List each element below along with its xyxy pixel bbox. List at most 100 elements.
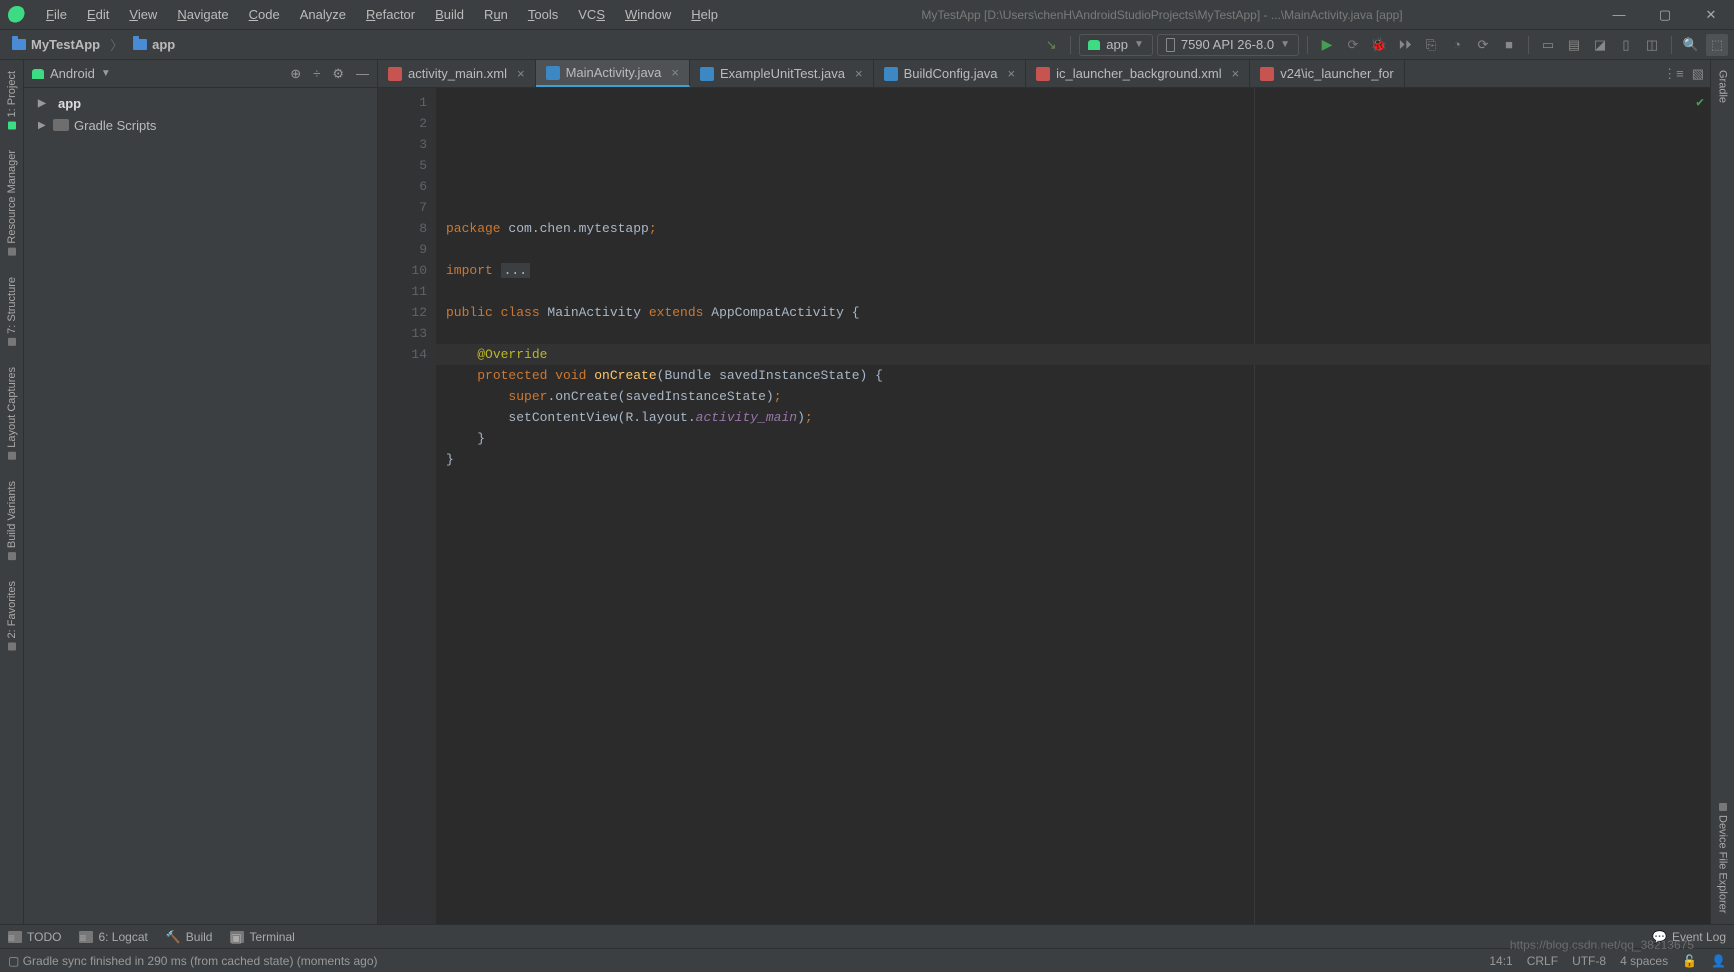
inspection-ok-icon[interactable]: ✔ [1696,92,1704,113]
xml-file-icon [1036,67,1050,81]
android-icon [32,69,44,79]
menu-tools[interactable]: Tools [518,3,568,26]
tool-structure[interactable]: 7: Structure [3,266,21,356]
tool-device-file-explorer[interactable]: Device File Explorer [1714,793,1732,924]
hector-icon[interactable]: 👤 [1711,954,1726,968]
breadcrumb-module[interactable]: app [127,35,181,54]
run-toolbar: ↘ app ▼ 7590 API 26-8.0 ▼ ▶ ⟳ 🐞 ⏵⏵ ⎘ ◔ ⟳… [1040,34,1728,56]
maximize-button[interactable]: ▢ [1642,0,1688,30]
coverage-button[interactable]: ◔ [1446,34,1468,56]
debug-button[interactable]: 🐞 [1368,34,1390,56]
device-monitor-button[interactable]: ▯ [1615,34,1637,56]
folded-imports[interactable]: ... [501,263,530,278]
folder-icon [12,39,26,50]
tool-build-variants[interactable]: Build Variants [3,470,21,570]
code-view[interactable]: ✔ package com.chen.mytestapp; import ...… [436,88,1710,924]
folder-icon [133,39,147,50]
resource-manager-button[interactable]: ◫ [1641,34,1663,56]
close-icon[interactable]: × [1008,66,1016,81]
tab-main-activity[interactable]: MainActivity.java × [536,60,690,87]
stop-button[interactable]: ■ [1498,34,1520,56]
sdk-manager-button[interactable]: ▤ [1563,34,1585,56]
tree-node-app[interactable]: ▶ app [24,92,377,114]
tab-build-config[interactable]: BuildConfig.java × [874,60,1027,87]
tool-gradle[interactable]: Gradle [1714,60,1732,114]
menu-help[interactable]: Help [681,3,728,26]
chevron-down-icon: ▼ [1134,39,1144,50]
menu-analyze[interactable]: Analyze [290,3,356,26]
close-button[interactable]: ✕ [1688,0,1734,30]
menu-edit[interactable]: Edit [77,3,119,26]
settings-gear-icon[interactable]: ⚙ [332,66,344,82]
device-label: 7590 API 26-8.0 [1181,37,1274,52]
project-view-selector[interactable]: Android [50,66,95,81]
hide-panel-button[interactable]: — [356,66,369,81]
close-icon[interactable]: × [1232,66,1240,81]
device-selector[interactable]: 7590 API 26-8.0 ▼ [1157,34,1299,56]
java-file-icon [546,66,560,80]
menu-window[interactable]: Window [615,3,681,26]
close-icon[interactable]: × [855,66,863,81]
menu-vcs[interactable]: VCS [568,3,615,26]
collapse-all-button[interactable]: ÷ [313,66,320,81]
expand-arrow-icon: ▶ [38,120,48,131]
tab-ic-launcher-for[interactable]: v24\ic_launcher_for [1250,60,1404,87]
gradle-elephant-icon[interactable]: ⬚ [1706,34,1728,56]
tab-activity-main[interactable]: activity_main.xml × [378,60,536,87]
menu-run[interactable]: Run [474,3,518,26]
close-icon[interactable]: × [517,66,525,81]
tab-example-unit-test[interactable]: ExampleUnitTest.java × [690,60,874,87]
app-logo-icon [8,6,26,24]
expand-arrow-icon: ▶ [38,98,48,109]
tool-layout-captures[interactable]: Layout Captures [3,356,21,470]
avd-manager-button[interactable]: ▭ [1537,34,1559,56]
tool-favorites[interactable]: 2: Favorites [3,570,21,660]
tabs-actions-icon[interactable]: ⋮≡ [1663,66,1684,82]
separator [1671,36,1672,54]
tab-label: ic_launcher_background.xml [1056,66,1221,81]
menu-refactor[interactable]: Refactor [356,3,425,26]
layout-inspector-button[interactable]: ◪ [1589,34,1611,56]
profile-button[interactable]: ⏵⏵ [1394,34,1416,56]
menu-build[interactable]: Build [425,3,474,26]
gradle-icon[interactable]: ▧ [1692,66,1704,82]
readonly-lock-icon[interactable]: 🔓 [1682,954,1697,968]
status-bar: ▢ Gradle sync finished in 290 ms (from c… [0,948,1734,972]
device-icon [1166,38,1175,52]
indent-info[interactable]: 4 spaces [1620,954,1668,968]
tree-node-gradle-scripts[interactable]: ▶ Gradle Scripts [24,114,377,136]
editor-body[interactable]: 123 567 8910 111213 14 ✔ package com.che… [378,88,1710,924]
tool-build[interactable]: 🔨Build [166,930,213,944]
menu-navigate[interactable]: Navigate [167,3,238,26]
editor-tabs: activity_main.xml × MainActivity.java × … [378,60,1710,88]
status-icon[interactable]: ▢ [8,954,19,968]
close-icon[interactable]: × [671,65,679,80]
tool-resource-manager[interactable]: Resource Manager [3,139,21,266]
tool-terminal[interactable]: ▣Terminal [230,930,294,944]
minimize-button[interactable]: — [1596,0,1642,30]
tool-todo[interactable]: ≡TODO [8,930,61,944]
run-config-label: app [1106,37,1128,52]
attach-debugger-button[interactable]: ⎘ [1420,34,1442,56]
separator [1528,36,1529,54]
tool-project[interactable]: 1: Project [3,60,21,139]
line-separator[interactable]: CRLF [1527,954,1558,968]
cursor-position[interactable]: 14:1 [1489,954,1512,968]
menu-code[interactable]: Code [239,3,290,26]
sync-button[interactable]: ⟳ [1472,34,1494,56]
breadcrumb-module-label: app [152,37,175,52]
apply-changes-button[interactable]: ⟳ [1342,34,1364,56]
breadcrumb-root[interactable]: MyTestApp [6,35,106,54]
window-controls: — ▢ ✕ [1596,0,1734,30]
run-button[interactable]: ▶ [1316,34,1338,56]
tab-ic-launcher-bg[interactable]: ic_launcher_background.xml × [1026,60,1250,87]
select-opened-file-button[interactable]: ⊕ [290,66,301,82]
make-project-button[interactable]: ↘ [1040,34,1062,56]
file-encoding[interactable]: UTF-8 [1572,954,1606,968]
chevron-down-icon: ▼ [101,68,111,79]
menu-file[interactable]: File [36,3,77,26]
menu-view[interactable]: View [119,3,167,26]
tool-logcat[interactable]: ≡6: Logcat [79,930,147,944]
run-config-selector[interactable]: app ▼ [1079,34,1153,56]
search-everywhere-button[interactable]: 🔍 [1680,34,1702,56]
